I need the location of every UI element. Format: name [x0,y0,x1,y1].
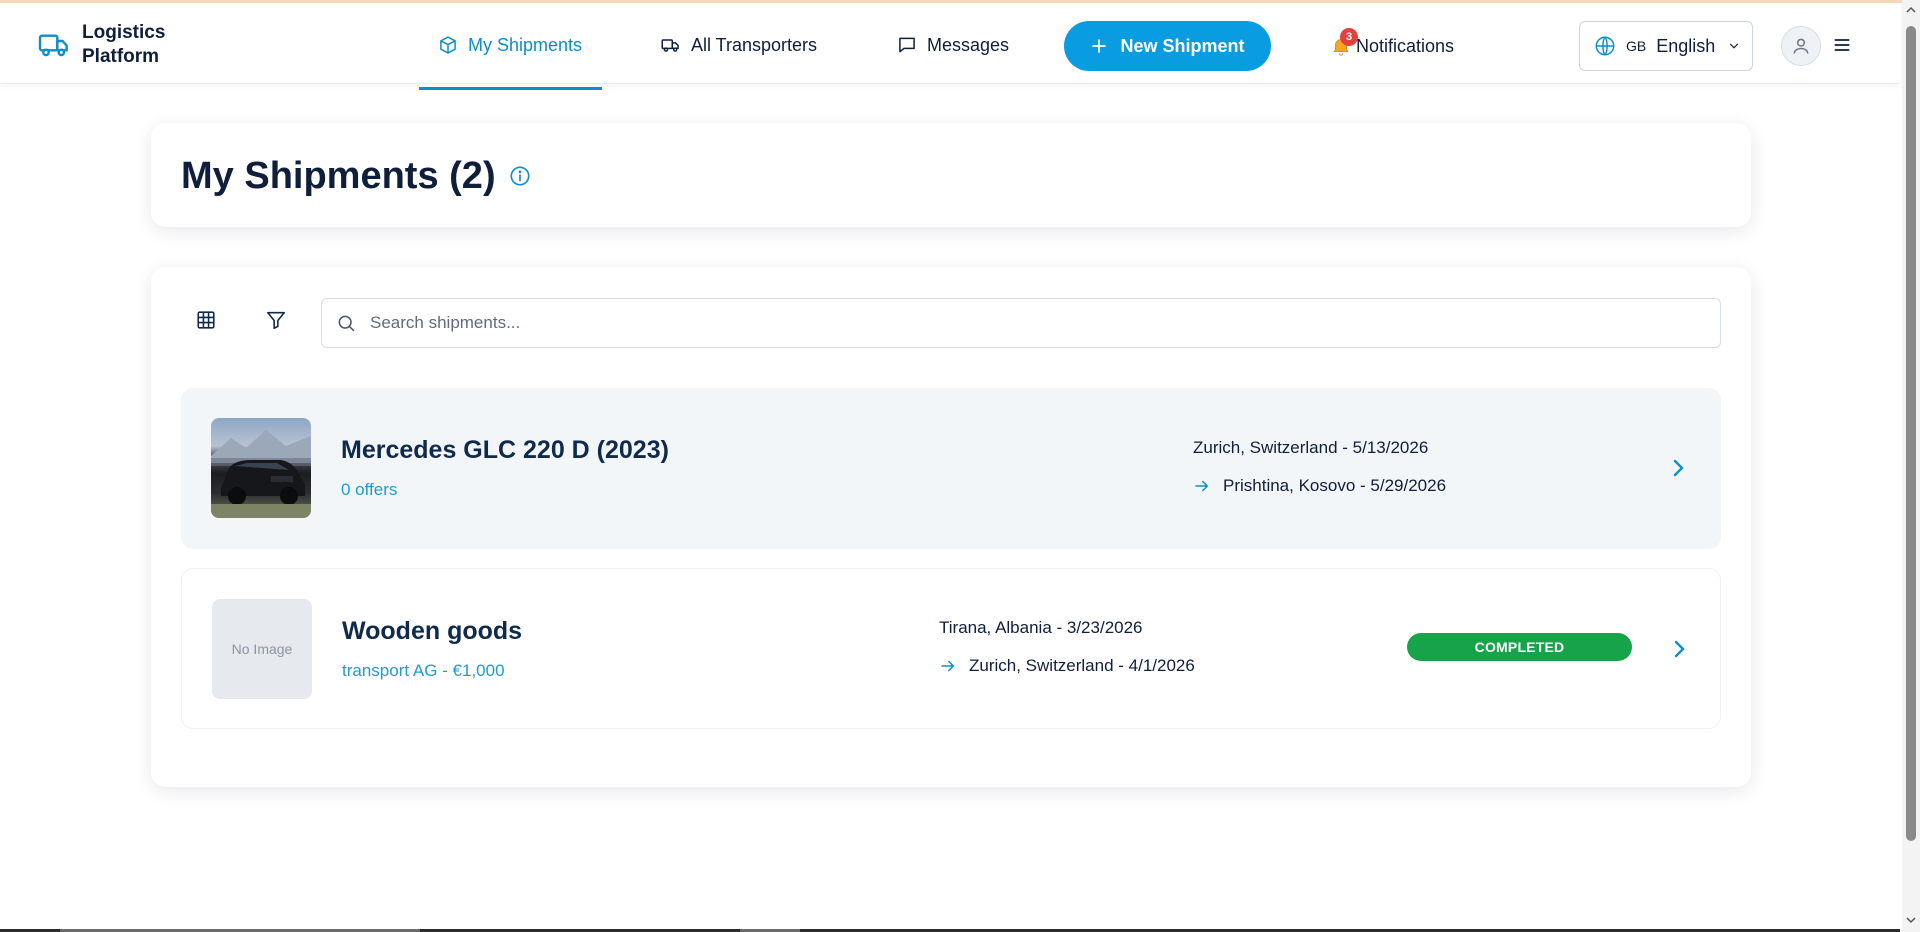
brand-name-line2: Platform [82,46,160,67]
user-icon [1793,38,1809,54]
shipment-origin: Zurich, Switzerland - 5/13/2026 [1193,438,1429,457]
car-photo [211,430,311,518]
grid-icon [197,311,215,329]
shipment-row[interactable]: Mercedes GLC 220 D (2023) 0 offers Zuric… [181,388,1721,549]
shipment-title: Wooden goods [342,617,523,645]
status-badge: COMPLETED [1407,633,1632,661]
nav-all-transporters-label: All Transporters [691,34,818,55]
hamburger-menu-icon[interactable] [1832,35,1852,55]
arrow-right-icon [941,660,955,672]
page-header-card: My Shipments (2) [151,123,1751,227]
shipment-destination: Zurich, Switzerland - 4/1/2026 [939,656,1195,676]
page-title: My Shipments (2) [181,155,496,197]
chevron-down-icon [1730,43,1739,49]
nav-messages-label: Messages [927,34,1010,55]
chevron-right-icon[interactable] [1667,637,1691,661]
scroll-down-arrow-icon[interactable] [1905,914,1917,926]
new-shipment-label: New Shipment [1120,35,1245,56]
shipment-destination-label: Prishtina, Kosovo - 5/29/2026 [1223,476,1447,495]
image-placeholder: No Image [212,599,312,699]
shipment-row[interactable]: No Image Wooden goods transport AG - €1,… [181,568,1721,729]
shipment-offers: 0 offers [341,480,398,499]
user-avatar[interactable] [1781,26,1821,66]
active-tab-indicator [419,87,602,90]
language-selector[interactable]: GB English [1579,21,1753,71]
arrow-right-icon [1195,480,1209,492]
language-label: English [1656,35,1716,56]
chevron-right-icon[interactable] [1666,456,1690,480]
notifications-label: Notifications [1356,35,1455,56]
brand-name: Logistics Platform [82,21,172,69]
bell-icon: 3 [1330,28,1358,57]
shipment-destination-label: Zurich, Switzerland - 4/1/2026 [969,656,1195,675]
nav-messages[interactable]: Messages [897,3,1009,87]
brand-name-line1: Logistics [82,22,166,43]
shipment-destination: Prishtina, Kosovo - 5/29/2026 [1193,476,1446,496]
search-box[interactable] [321,298,1721,348]
truck-icon [38,34,68,57]
shipment-transporter-price: transport AG - €1,000 [342,661,505,680]
nav-all-transporters[interactable]: All Transporters [661,3,817,87]
filter-icon [266,311,286,330]
info-icon[interactable] [509,165,531,187]
shipment-title: Mercedes GLC 220 D (2023) [341,436,669,464]
shipment-origin: Tirana, Albania - 3/23/2026 [939,618,1143,637]
truck-icon [661,39,679,52]
package-icon [440,36,456,54]
language-flag: GB [1626,38,1647,54]
message-icon [899,37,915,53]
shipment-thumbnail [211,418,311,518]
shipments-list-card: Mercedes GLC 220 D (2023) 0 offers Zuric… [151,267,1751,787]
nav-my-shipments-label: My Shipments [468,34,583,55]
scrollbar-thumb[interactable] [1906,26,1916,841]
plus-icon [1092,39,1107,53]
filter-button[interactable] [261,305,291,335]
new-shipment-button[interactable]: New Shipment [1064,21,1271,71]
scroll-up-arrow-icon[interactable] [1905,4,1917,16]
globe-icon [1595,36,1615,56]
notifications-button[interactable]: 3 Notifications [1330,3,1454,89]
brand-logo[interactable]: Logistics Platform [38,21,172,69]
search-input[interactable] [370,313,1670,333]
grid-view-button[interactable] [191,305,221,335]
search-icon [338,315,355,332]
nav-my-shipments[interactable]: My Shipments [438,3,582,87]
top-navigation-bar: Logistics Platform My Shipments All Tran… [0,3,1900,90]
notification-count-badge: 3 [1340,28,1358,46]
